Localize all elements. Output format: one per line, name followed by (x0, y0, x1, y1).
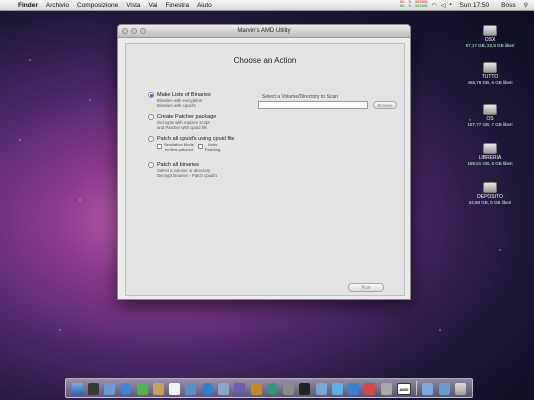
drive-osx[interactable]: OSX 57,17 GB, 22,8 GB liberi (458, 25, 522, 48)
drive-tutto[interactable]: TUTTO 465,76 GB, 6 GB liberi (458, 62, 522, 85)
volume-label: Select a Volume/Directory to Scan (262, 94, 338, 100)
flag-icon[interactable]: ▪ (449, 2, 451, 8)
menu-vai[interactable]: Vai (145, 2, 162, 9)
menu-archivio[interactable]: Archivio (42, 2, 73, 9)
menu-aiuto[interactable]: Aiuto (193, 2, 216, 9)
photo-icon[interactable] (218, 383, 230, 395)
folder-icon[interactable] (422, 383, 434, 395)
app-icon[interactable] (364, 383, 376, 395)
finder-icon[interactable] (71, 383, 83, 395)
dock: AMD (65, 378, 473, 398)
option-patch-all-binaries: Patch all binaries Select a volume or di… (148, 162, 248, 178)
drive-info: 157,77 GB, 7 GB liberi (467, 122, 513, 127)
menu-finder[interactable]: Finder (14, 2, 42, 9)
undo-patching-checkbox[interactable]: Undo Patching (197, 142, 221, 152)
drive-libreria[interactable]: LIBRERIA 189,51 GB, 6 GB liberi (458, 143, 522, 166)
menu-composizione[interactable]: Composizione (73, 2, 122, 9)
browse-button[interactable]: Browse (373, 101, 397, 109)
garageband-icon[interactable] (250, 383, 262, 395)
dock-separator (416, 381, 418, 395)
script-icon[interactable] (380, 383, 392, 395)
option-patch-cpuids: Patch all cpuid's using cpuid file Simul… (148, 136, 248, 152)
ichat-icon[interactable] (136, 383, 148, 395)
option-desc: Decrypt binaries - Patch cpuid's (157, 173, 218, 178)
drive-info: 465,76 GB, 6 GB liberi (467, 80, 513, 85)
window-titlebar[interactable]: Marvin's AMD Utility (118, 25, 410, 38)
meter-line-2: DU. 0. 3221KB (400, 5, 428, 9)
network-meter[interactable]: DU. 0. 3023KB DU. 0. 3221KB (400, 1, 427, 9)
time-machine-icon[interactable] (266, 383, 278, 395)
dashboard-icon[interactable] (87, 383, 99, 395)
hard-drive-icon (483, 62, 497, 73)
hard-drive-icon (483, 25, 497, 36)
drive-info: 57,17 GB, 22,8 GB liberi (465, 43, 515, 48)
system-preferences-icon[interactable] (283, 383, 295, 395)
radio-create-patcher[interactable] (148, 114, 154, 120)
run-button[interactable]: Run (348, 283, 384, 292)
menu-finestra[interactable]: Finestra (161, 2, 192, 9)
mail-icon[interactable] (104, 383, 116, 395)
address-book-icon[interactable] (152, 383, 164, 395)
radio-patch-all-binaries[interactable] (148, 162, 154, 168)
window-controls (122, 28, 146, 34)
amd-utility-icon[interactable]: AMD (396, 383, 411, 395)
panel-heading: Choose an Action (233, 56, 297, 65)
terminal-icon[interactable] (299, 383, 311, 395)
hard-drive-icon (483, 143, 497, 154)
checkbox-box[interactable] (197, 144, 203, 149)
option-desc: and Patcher with cpuid fils (157, 125, 207, 130)
option-desc: Binaries with cpuid's (157, 103, 196, 108)
clock[interactable]: Sun 17:50 (456, 2, 494, 9)
radio-make-lists[interactable] (148, 92, 154, 98)
preview-icon[interactable] (185, 383, 197, 395)
checkbox-label: Undo Patching (204, 142, 221, 152)
hard-drive-icon (483, 182, 497, 193)
checkbox-box[interactable] (157, 144, 162, 149)
safari-icon[interactable] (120, 383, 132, 395)
user-menu[interactable]: Boss (497, 2, 519, 9)
xcode-icon[interactable] (348, 383, 360, 395)
checkbox-label: Simulation Mode no files patched (164, 142, 194, 152)
airport-icon[interactable]: ◠ (431, 2, 436, 9)
simulation-mode-checkbox[interactable]: Simulation Mode no files patched (157, 142, 194, 152)
drive-deposito[interactable]: DEPOSITO 24,68 GB, 6 GB liberi (458, 182, 522, 205)
amd-utility-window: Marvin's AMD Utility Choose an Action Ma… (117, 24, 411, 300)
drive-os[interactable]: OS 157,77 GB, 7 GB liberi (458, 104, 522, 127)
menu-vista[interactable]: Vista (122, 2, 144, 9)
menu-extras: DU. 0. 3023KB DU. 0. 3221KB ◠ ◁ ▪ Sun 17… (400, 1, 534, 9)
trash-icon[interactable] (455, 383, 466, 395)
downloads-icon[interactable] (438, 383, 450, 395)
itunes-icon[interactable] (201, 383, 213, 395)
volume-path-field[interactable] (258, 101, 368, 109)
drive-info: 189,51 GB, 6 GB liberi (467, 161, 513, 166)
close-button[interactable] (122, 28, 128, 34)
checkbox-label-line: no files patched (164, 146, 193, 152)
spotlight-icon[interactable]: ⚲ (524, 2, 528, 9)
minimize-button[interactable] (131, 28, 137, 34)
checkbox-label-line: Patching (204, 146, 221, 152)
radio-patch-cpuids[interactable] (148, 136, 154, 142)
menu-bar: Finder Archivio Composizione Vista Vai F… (0, 0, 534, 11)
window-title: Marvin's AMD Utility (237, 28, 291, 34)
activity-monitor-icon[interactable] (331, 383, 343, 395)
patch-options: Simulation Mode no files patched Undo Pa… (148, 142, 248, 152)
disk-utility-icon[interactable] (315, 383, 327, 395)
option-create-patcher: Create Patcher package Decrypts with rep… (148, 114, 248, 130)
volume-icon[interactable]: ◁ (441, 2, 446, 9)
main-panel: Choose an Action Make Lists of Binaries … (125, 43, 405, 296)
hard-drive-icon (483, 104, 497, 115)
option-make-lists: Make Lists of Binaries Binaries with exc… (148, 92, 248, 108)
ical-icon[interactable] (169, 383, 181, 395)
zoom-button[interactable] (140, 28, 146, 34)
imovie-icon[interactable] (234, 383, 246, 395)
drive-info: 24,68 GB, 6 GB liberi (468, 200, 512, 205)
